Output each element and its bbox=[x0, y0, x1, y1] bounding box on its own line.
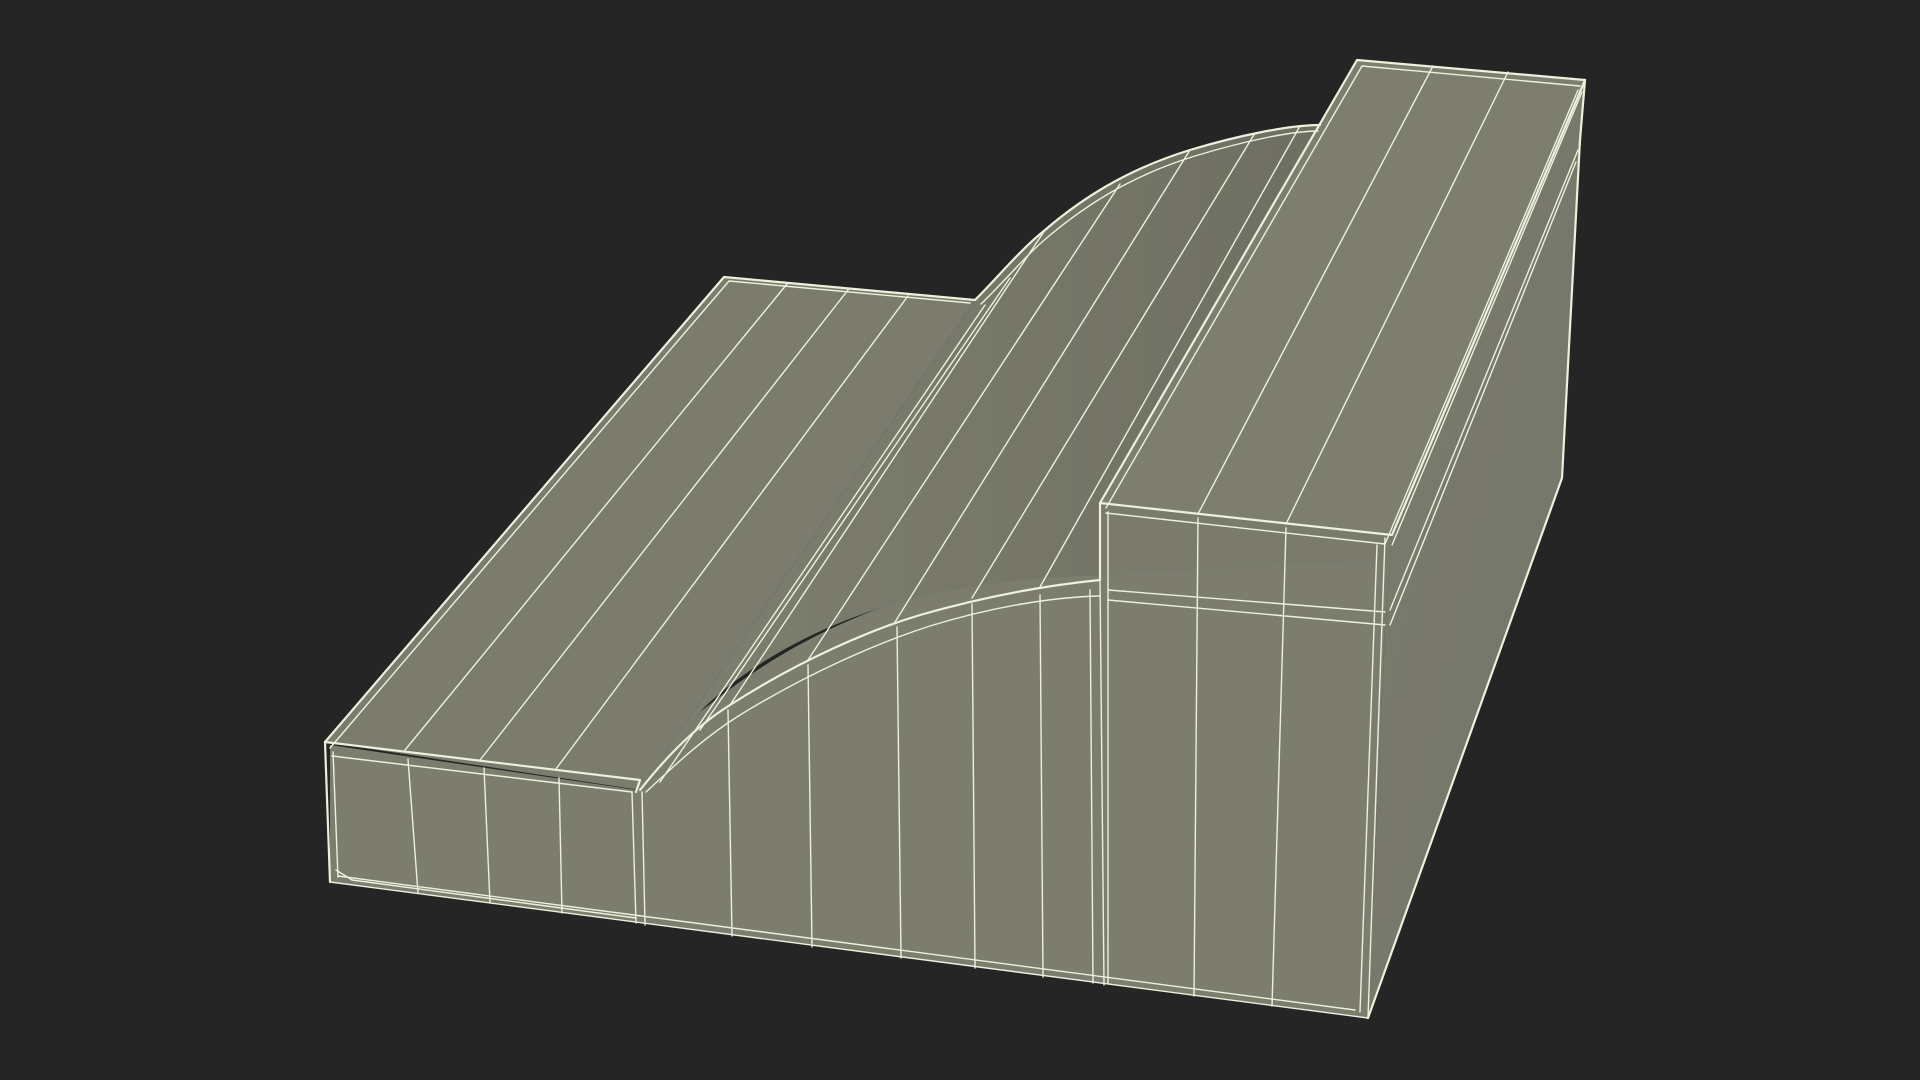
wireframe-model bbox=[323, 58, 1587, 1020]
3d-viewport[interactable] bbox=[0, 0, 1920, 1080]
